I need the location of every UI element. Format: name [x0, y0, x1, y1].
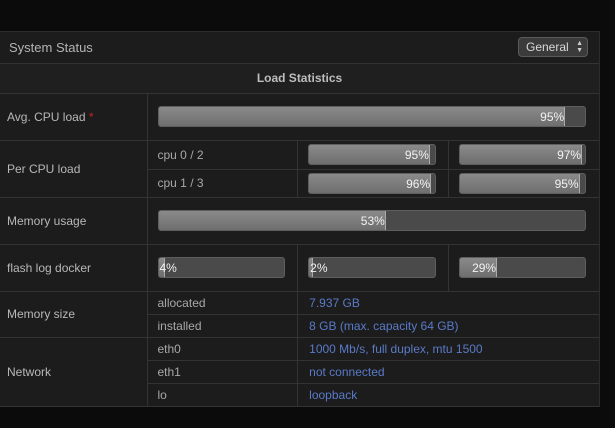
- eth0-label: eth0: [147, 337, 299, 361]
- system-status-panel: System Status General ▲ ▼ Load Statistics…: [0, 31, 600, 407]
- cpu-0-bar-text: 95%: [404, 148, 429, 162]
- memory-usage-bar-text: 53%: [360, 214, 385, 228]
- log-bar: 2%: [308, 257, 436, 278]
- eth1-value: not connected: [309, 364, 385, 379]
- avg-cpu-bar-text: 95%: [540, 110, 565, 125]
- row-eth0: Network eth0 1000 Mb/s, full duplex, mtu…: [0, 337, 599, 407]
- row-avg-cpu: Avg. CPU load * 95%: [0, 94, 599, 141]
- avg-cpu-bar-fill: [158, 107, 565, 127]
- log-bar-text: 2%: [310, 261, 328, 275]
- cpu-3-bar: 95%: [458, 172, 586, 194]
- updown-arrows-icon: ▲ ▼: [576, 40, 583, 54]
- lo-value: loopback: [309, 387, 358, 402]
- memory-usage-bar-fill: [158, 211, 386, 230]
- row-memory-allocated: Memory size allocated 7.937 GB: [0, 291, 599, 338]
- cpu-1-bar-text: 96%: [406, 176, 431, 191]
- memory-usage-bar: 53%: [157, 210, 586, 231]
- required-marker: *: [88, 109, 94, 124]
- flash-bar-text: 4%: [159, 261, 177, 275]
- network-label: Network: [0, 337, 148, 407]
- row-cpu-0: Per CPU load cpu 0 / 2 95% 97%: [0, 140, 599, 198]
- memory-usage-label: Memory usage: [0, 197, 148, 245]
- cpu-0-bar: 95%: [308, 144, 436, 165]
- cpu-1-label: cpu 1 / 3: [147, 169, 299, 198]
- memory-size-label: Memory size: [0, 291, 148, 338]
- view-select[interactable]: General ▲ ▼: [518, 37, 588, 57]
- cpu-1-bar: 96%: [308, 172, 436, 194]
- avg-cpu-label: Avg. CPU load *: [0, 94, 148, 141]
- view-select-value: General: [526, 40, 569, 54]
- cpu-2-bar: 97%: [458, 144, 586, 165]
- cpu-3-bar-text: 95%: [554, 176, 579, 191]
- cpu-2-bar-text: 97%: [557, 148, 582, 162]
- allocated-label: allocated: [147, 291, 299, 315]
- row-flash-log-docker: flash log docker 4% 2% 29%: [0, 244, 599, 292]
- flash-log-docker-label: flash log docker: [0, 244, 148, 292]
- load-statistics-table: Avg. CPU load * 95% Per CPU load cpu 0 /…: [0, 94, 599, 407]
- flash-bar: 4%: [157, 257, 286, 278]
- eth0-value: 1000 Mb/s, full duplex, mtu 1500: [309, 341, 483, 356]
- row-memory-usage: Memory usage 53%: [0, 197, 599, 245]
- installed-label: installed: [147, 314, 299, 338]
- docker-bar-text: 29%: [472, 261, 497, 275]
- panel-title: System Status: [9, 40, 93, 55]
- section-title: Load Statistics: [0, 64, 599, 94]
- lo-label: lo: [147, 383, 299, 407]
- avg-cpu-bar: 95%: [157, 106, 586, 128]
- allocated-value: 7.937 GB: [309, 295, 360, 310]
- per-cpu-label: Per CPU load: [0, 140, 148, 198]
- cpu-0-label: cpu 0 / 2: [147, 140, 299, 170]
- docker-bar: 29%: [458, 257, 586, 278]
- installed-value: 8 GB (max. capacity 64 GB): [309, 318, 459, 333]
- panel-titlebar: System Status General ▲ ▼: [0, 32, 599, 64]
- eth1-label: eth1: [147, 360, 299, 384]
